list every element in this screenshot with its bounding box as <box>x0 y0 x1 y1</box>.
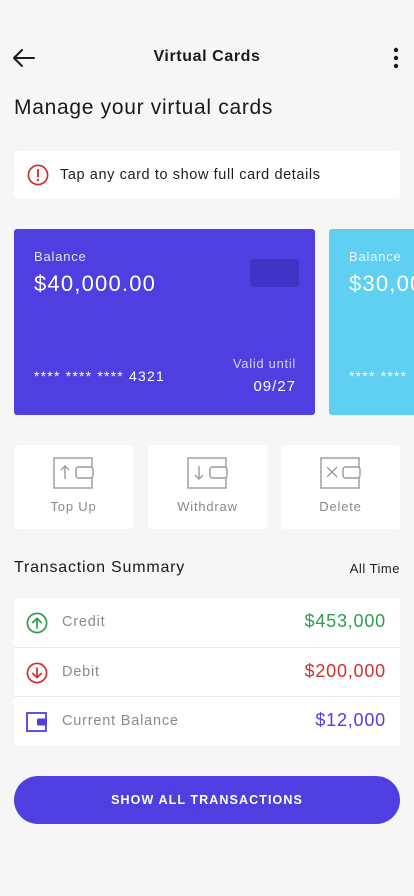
withdraw-label: Withdraw <box>177 499 238 514</box>
top-app-bar: Virtual Cards <box>0 36 414 80</box>
delete-card-icon <box>319 457 361 489</box>
more-vertical-icon <box>393 47 399 69</box>
card-number: **** **** **** 4321 <box>34 368 165 384</box>
delete-button[interactable]: Delete <box>281 445 400 529</box>
top-up-label: Top Up <box>50 499 97 514</box>
card-balance: $30,00 <box>349 271 414 296</box>
top-up-button[interactable]: Top Up <box>14 445 133 529</box>
transaction-summary: Credit $453,000 Debit $200,000 Current B… <box>14 598 400 746</box>
current-balance-amount: $12,000 <box>315 710 386 730</box>
card-balance-label: Balance <box>34 249 87 264</box>
show-all-transactions-button[interactable]: SHOW ALL TRANSACTIONS <box>14 776 400 824</box>
summary-title: Transaction Summary <box>14 559 186 576</box>
summary-row-credit: Credit $453,000 <box>14 598 400 647</box>
page-heading: Manage your virtual cards <box>14 96 274 119</box>
withdraw-icon <box>186 457 228 489</box>
current-balance-label: Current Balance <box>62 713 179 729</box>
virtual-card[interactable]: Balance $30,00 **** **** <box>329 229 414 415</box>
more-options-button[interactable] <box>384 42 408 74</box>
alert-circle-icon <box>27 164 49 186</box>
delete-label: Delete <box>319 499 362 514</box>
summary-row-balance: Current Balance $12,000 <box>14 696 400 745</box>
page-title: Virtual Cards <box>153 48 261 65</box>
top-up-icon <box>52 457 94 489</box>
credit-label: Credit <box>62 614 106 630</box>
wallet-icon <box>26 712 47 732</box>
period-filter[interactable]: All Time <box>350 561 400 576</box>
info-notice: Tap any card to show full card details <box>14 151 400 199</box>
arrow-down-circle-icon <box>26 662 48 684</box>
credit-amount: $453,000 <box>304 611 386 631</box>
virtual-card[interactable]: Balance $40,000.00 **** **** **** 4321 V… <box>14 229 315 415</box>
card-valid-label: Valid until <box>232 356 296 371</box>
summary-row-debit: Debit $200,000 <box>14 647 400 696</box>
card-number: **** **** <box>349 368 408 384</box>
card-expiry: 09/27 <box>253 378 296 395</box>
card-balance: $40,000.00 <box>34 271 157 296</box>
arrow-up-circle-icon <box>26 612 48 634</box>
withdraw-button[interactable]: Withdraw <box>148 445 267 529</box>
notice-text: Tap any card to show full card details <box>60 167 321 183</box>
card-balance-label: Balance <box>349 249 402 264</box>
card-chip <box>250 259 299 287</box>
cards-carousel[interactable]: Balance $40,000.00 **** **** **** 4321 V… <box>14 229 414 415</box>
debit-amount: $200,000 <box>304 661 386 681</box>
card-actions: Top Up Withdraw Delete <box>14 445 400 529</box>
summary-header: Transaction Summary All Time <box>14 559 400 581</box>
debit-label: Debit <box>62 664 100 680</box>
